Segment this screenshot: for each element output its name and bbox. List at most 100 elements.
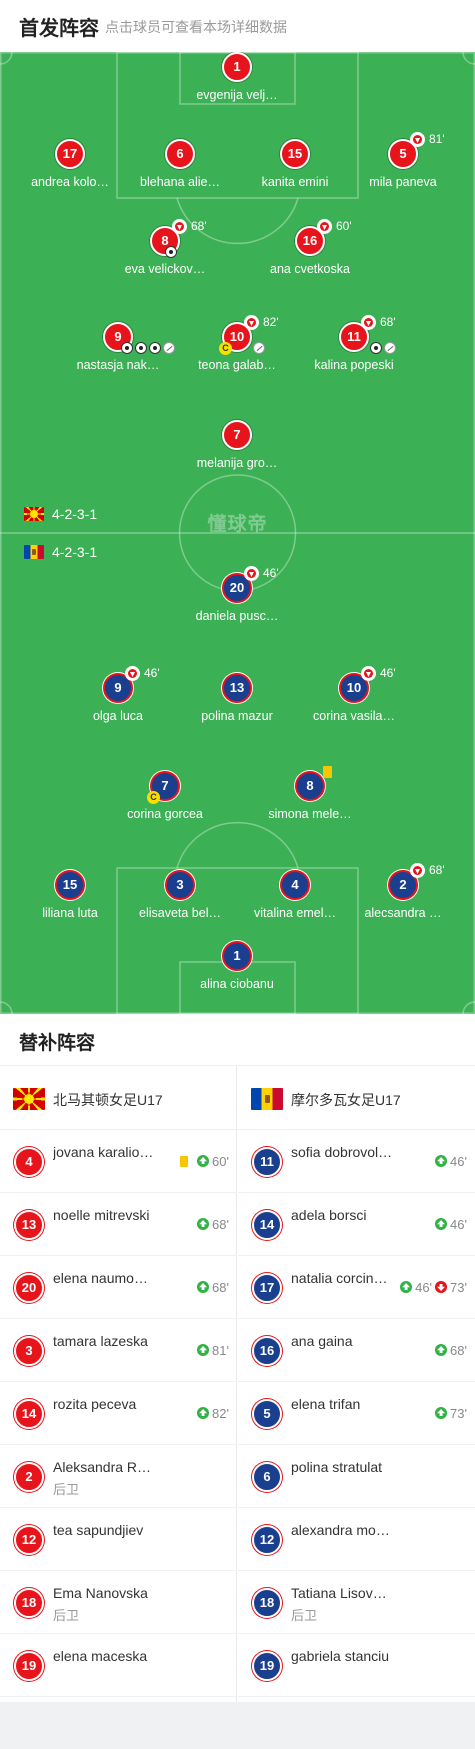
substitute-row[interactable]: 13 noelle mitrevski 68' <box>0 1193 237 1256</box>
shirt-number: 5 <box>252 1399 282 1429</box>
away-player[interactable]: 7 corina gorcea C <box>105 771 225 827</box>
substitute-row[interactable]: 12 alexandra mo… <box>238 1508 475 1571</box>
substitute-row[interactable]: 14 rozita peceva 82' <box>0 1382 237 1445</box>
substitute-row[interactable]: 3 tamara lazeska 81' <box>0 1319 237 1382</box>
away-player[interactable]: 15 liliana luta <box>10 870 130 926</box>
substitute-row[interactable]: 17 natalia corcin… 46' 73' <box>238 1256 475 1319</box>
yellow-card-icon <box>180 1155 189 1167</box>
away-substitutes: 摩尔多瓦女足U17 11 sofia dobrovol… 46' 14 adela bo… <box>238 1065 475 1702</box>
substitute-row[interactable]: 18 Ema Nanovska 后卫 <box>0 1571 237 1634</box>
shirt-number: 16 <box>252 1336 282 1366</box>
match-events <box>121 342 175 354</box>
home-player[interactable]: 15 kanita emini <box>235 139 355 195</box>
home-player[interactable]: 16 ana cvetkoska 60' <box>250 219 370 282</box>
player-name: natalia corcin… <box>291 1270 388 1286</box>
player-name: mila paneva <box>369 175 437 189</box>
away-player[interactable]: 1 alina ciobanu <box>177 941 297 997</box>
substitution-events: 60' <box>180 1153 229 1169</box>
sub-in-minute: 46' <box>415 1279 433 1295</box>
player-name: ana cvetkoska <box>270 262 350 276</box>
shirt-number[interactable]: 17 <box>55 139 85 169</box>
home-player[interactable]: 6 blehana alie… <box>120 139 240 195</box>
substitution-out-icon <box>125 666 140 681</box>
substitute-row[interactable]: 19 elena maceska <box>0 1634 237 1697</box>
shirt-number[interactable]: 7 <box>222 420 252 450</box>
away-player[interactable]: 4 vitalina emel… <box>235 870 355 926</box>
match-events <box>370 342 396 354</box>
substitute-row[interactable]: 14 adela borsci 46' <box>238 1193 475 1256</box>
substitution-events: 46' <box>435 1153 467 1169</box>
player-position: 后卫 <box>53 1482 80 1497</box>
sub-out-arrow-icon <box>435 1281 448 1293</box>
substitution-out-icon <box>410 863 425 878</box>
match-events <box>165 246 177 258</box>
away-player[interactable]: 2 alecsandra … 68' <box>343 863 463 926</box>
home-player[interactable]: 9 nastasja nak… <box>58 322 178 378</box>
home-player[interactable]: 1 evgenija velj… <box>177 52 297 108</box>
player-position: 后卫 <box>291 1608 318 1623</box>
home-player[interactable]: 10 teona galab… 82' C <box>177 315 297 378</box>
goal-icon <box>121 342 133 354</box>
sub-in-minute: 82' <box>212 1405 229 1421</box>
player-name: corina vasila… <box>313 709 395 723</box>
player-name: melanija gro… <box>196 456 278 470</box>
home-player[interactable]: 5 mila paneva 81' <box>343 132 463 195</box>
substitution-events: 68' <box>197 1279 229 1295</box>
sub-in-arrow-icon <box>435 1155 448 1167</box>
shirt-number[interactable]: 3 <box>165 870 195 900</box>
home-team-header: 北马其顿女足U17 <box>0 1065 237 1130</box>
shirt-number[interactable]: 15 <box>280 139 310 169</box>
substitution-minute: 81' <box>429 132 445 146</box>
away-player[interactable]: 3 elisaveta bel… <box>120 870 240 926</box>
substitute-row[interactable]: 20 elena naumo… 68' <box>0 1256 237 1319</box>
away-player[interactable]: 10 corina vasila… 46' <box>294 666 414 729</box>
away-team-name: 摩尔多瓦女足U17 <box>291 1092 401 1108</box>
substitute-row[interactable]: 18 Tatiana Lisov… 后卫 <box>238 1571 475 1634</box>
home-substitutes: 北马其顿女足U17 4 jovana karalio… 60' 13 noelle mi… <box>0 1065 237 1702</box>
assist-icon <box>253 342 265 354</box>
away-player[interactable]: 13 polina mazur <box>177 673 297 729</box>
sub-in-minute: 46' <box>450 1216 467 1232</box>
away-player[interactable]: 20 daniela pusc… 46' <box>177 566 297 629</box>
shirt-number: 20 <box>14 1273 44 1303</box>
substitute-row[interactable]: 19 gabriela stanciu <box>238 1634 475 1697</box>
substitution-events: 82' <box>197 1405 229 1421</box>
home-player[interactable]: 17 andrea kolo… <box>10 139 130 195</box>
shirt-number: 12 <box>14 1525 44 1555</box>
sub-in-arrow-icon <box>197 1218 210 1230</box>
substitutes-section: 替补阵容 北马其顿女足U17 4 jovana karalio… 60' 13 noel… <box>0 1014 475 1702</box>
shirt-number[interactable]: 1 <box>222 941 252 971</box>
substitute-row[interactable]: 2 Aleksandra R… 后卫 <box>0 1445 237 1508</box>
player-name: olga luca <box>92 709 144 723</box>
away-player[interactable]: 9 olga luca 46' <box>58 666 178 729</box>
shirt-number[interactable]: 13 <box>222 673 252 703</box>
shirt-number[interactable]: 4 <box>280 870 310 900</box>
away-player[interactable]: 8 simona mele… <box>250 766 370 827</box>
shirt-number: 12 <box>252 1525 282 1555</box>
substitute-row[interactable]: 12 tea sapundjiev <box>0 1508 237 1571</box>
substitution-events: 73' <box>435 1405 467 1421</box>
substitution-minute: 82' <box>263 315 279 329</box>
shirt-number[interactable]: 15 <box>55 870 85 900</box>
substitution-out-icon <box>244 315 259 330</box>
shirt-number: 19 <box>14 1651 44 1681</box>
substitute-row[interactable]: 11 sofia dobrovol… 46' <box>238 1130 475 1193</box>
sub-in-minute: 81' <box>212 1342 229 1358</box>
player-name: noelle mitrevski <box>53 1207 150 1223</box>
substitute-row[interactable]: 5 elena trifan 73' <box>238 1382 475 1445</box>
substitute-row[interactable]: 16 ana gaina 68' <box>238 1319 475 1382</box>
shirt-number: 14 <box>14 1399 44 1429</box>
player-name: jovana karalio… <box>53 1144 154 1160</box>
substitute-row[interactable]: 6 polina stratulat <box>238 1445 475 1508</box>
shirt-number[interactable]: 6 <box>165 139 195 169</box>
home-player[interactable]: 11 kalina popeski 68' <box>294 315 414 378</box>
substitute-row[interactable]: 4 jovana karalio… 60' <box>0 1130 237 1193</box>
home-player[interactable]: 8 eva velickov… 68' <box>105 219 225 282</box>
substitution-minute: 68' <box>429 863 445 877</box>
shirt-number[interactable]: 1 <box>222 52 252 82</box>
shirt-number[interactable]: 8 <box>295 771 325 801</box>
player-name: daniela pusc… <box>195 609 279 623</box>
substitution-minute: 68' <box>191 219 207 233</box>
shirt-number: 18 <box>252 1588 282 1618</box>
home-player[interactable]: 7 melanija gro… <box>177 420 297 476</box>
